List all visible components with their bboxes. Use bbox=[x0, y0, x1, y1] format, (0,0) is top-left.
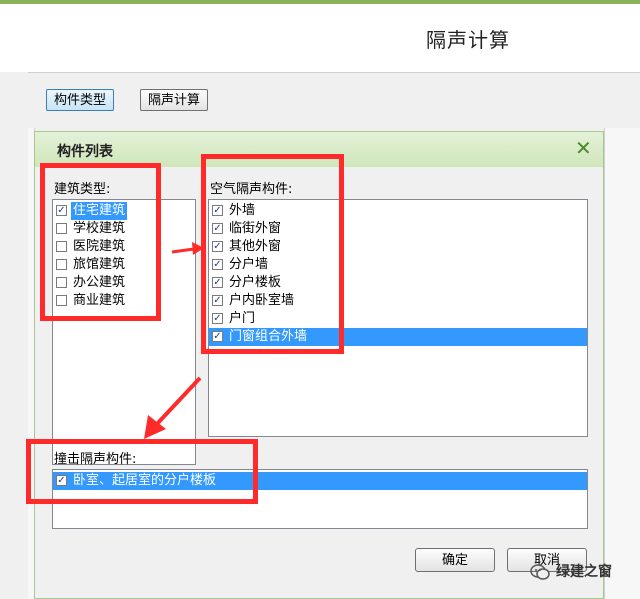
arrow-icon bbox=[171, 242, 204, 255]
arrow-icon bbox=[144, 376, 202, 439]
title-area: 隔声计算 bbox=[0, 4, 640, 72]
component-type-button[interactable]: 构件类型 bbox=[46, 89, 115, 111]
toolbar bbox=[28, 72, 640, 129]
close-icon[interactable]: ✕ bbox=[575, 138, 592, 158]
right-panel bbox=[604, 128, 640, 599]
annotation-box-impact bbox=[26, 439, 258, 504]
wechat-icon bbox=[530, 564, 550, 580]
sound-calc-button[interactable]: 隔声计算 bbox=[140, 89, 209, 111]
watermark-text: 绿建之窗 bbox=[556, 564, 612, 580]
annotation-box-airborne bbox=[201, 154, 344, 354]
annotation-box-building-type bbox=[40, 163, 161, 321]
dialog-title: 构件列表 bbox=[57, 144, 113, 160]
ok-button[interactable]: 确定 bbox=[415, 548, 495, 572]
page-title: 隔声计算 bbox=[426, 28, 510, 52]
